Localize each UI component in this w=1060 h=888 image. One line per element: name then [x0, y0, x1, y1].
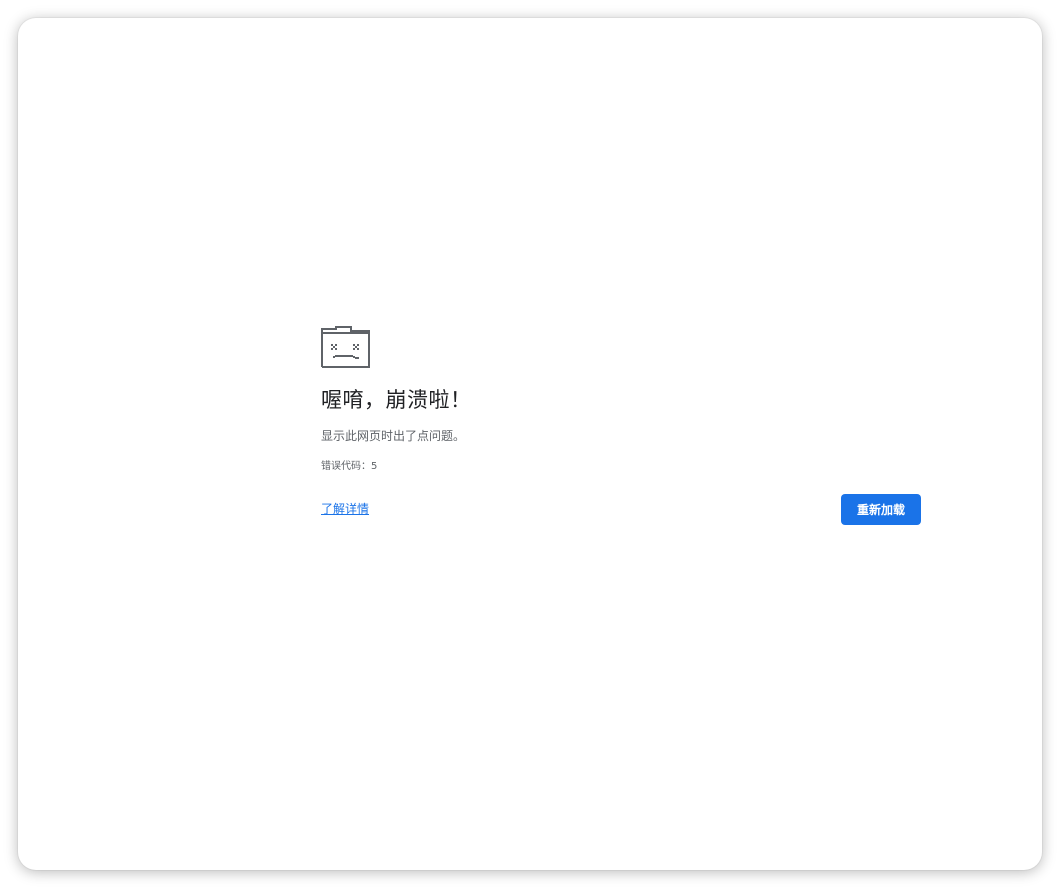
error-content: 喔唷，崩溃啦！ 显示此网页时出了点问题。 错误代码：5 了解详情 重新加载: [321, 326, 921, 525]
reload-button[interactable]: 重新加载: [841, 494, 921, 525]
learn-more-link[interactable]: 了解详情: [321, 500, 369, 518]
error-title: 喔唷，崩溃啦！: [321, 388, 472, 412]
error-message: 显示此网页时出了点问题。: [321, 429, 466, 443]
error-code: 错误代码：5: [321, 461, 378, 472]
sad-tab-icon: [321, 326, 370, 368]
error-actions: 了解详情 重新加载: [321, 494, 921, 525]
browser-window: 喔唷，崩溃啦！ 显示此网页时出了点问题。 错误代码：5 了解详情 重新加载: [18, 18, 1042, 870]
